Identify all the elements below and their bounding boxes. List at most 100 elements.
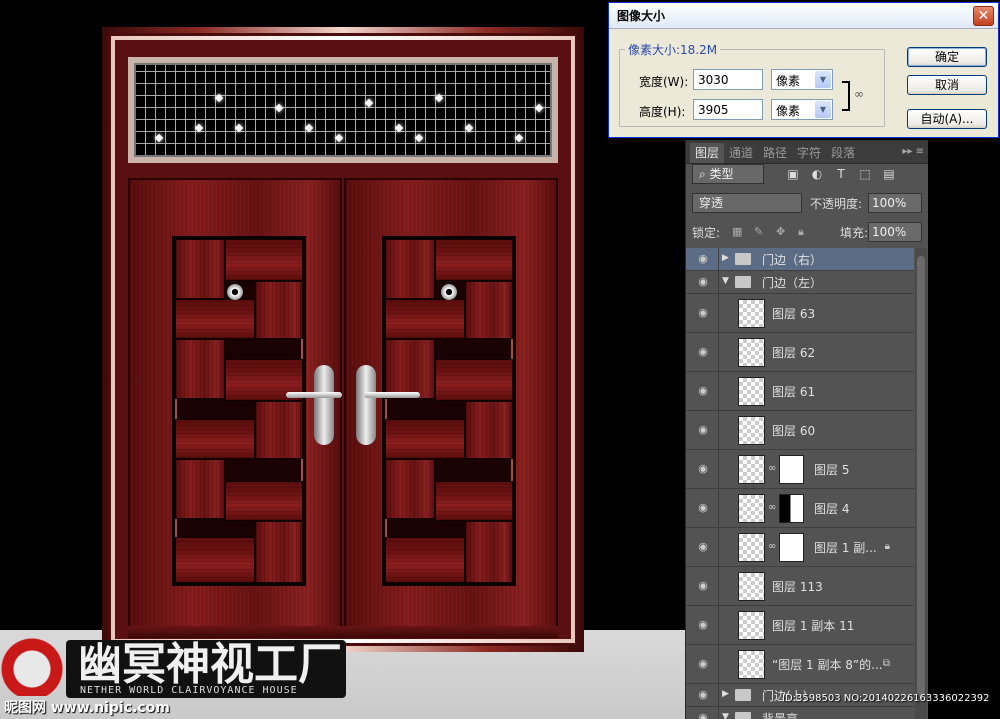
eye-icon[interactable]: ◉ [696,688,710,702]
height-input[interactable] [693,99,763,120]
tab-3[interactable]: 字符 [792,143,826,163]
eye-icon[interactable]: ◉ [696,252,710,266]
layer-thumbnail[interactable] [738,455,765,484]
layer-row[interactable]: ◉ 图层 62 [686,333,914,372]
smart-object-filter-icon[interactable]: ▤ [882,167,896,181]
layer-row[interactable]: ◉ 图层 63 [686,294,914,333]
chevron-down-icon[interactable]: ▼ [815,71,831,88]
layer-thumbnail[interactable] [738,611,765,640]
layer-row[interactable]: ◉ ∞ 图层 5 [686,450,914,489]
layer-mask-thumbnail[interactable] [779,455,804,484]
layers-panel[interactable]: 图层 通道 路径 字符 段落 ▸▸ ≡ ⌕ 类型 ▣ ◐ T ⬚ ▤ 穿透 不透明度: … [685,140,928,719]
opacity-label: 不透明度: [810,197,863,211]
layer-name[interactable]: 图层 60 [772,422,815,439]
layer-thumbnail[interactable] [738,494,765,523]
chevron-right-icon[interactable]: ▶ [722,253,729,263]
tab-4[interactable]: 段落 [826,143,860,163]
height-unit-select[interactable]: 像素 ▼ [771,99,833,120]
layer-thumbnail[interactable] [738,650,765,679]
layer-name[interactable]: 门边（左） [762,274,822,291]
shape-filter-icon[interactable]: ⬚ [858,167,872,181]
blend-mode-select[interactable]: 穿透 [692,193,802,213]
tab-2[interactable]: 路径 [758,143,792,163]
adjustment-filter-icon[interactable]: ◐ [810,167,824,181]
height-unit-value: 像素 [776,104,801,118]
chevron-down-icon[interactable]: ▼ [722,276,729,286]
layer-name[interactable]: 图层 113 [772,578,823,595]
image-size-dialog[interactable]: 图像大小 ✕ 像素大小:18.2M 宽度(W): 像素 ▼ 高度(H): 像素 … [608,2,999,138]
auto-button[interactable]: 自动(A)... [907,109,987,129]
image-filter-icon[interactable]: ▣ [786,167,800,181]
dialog-titlebar[interactable]: 图像大小 [609,3,998,29]
lock-pixels-icon[interactable]: ✎ [754,225,763,238]
layer-list-scrollbar[interactable] [915,248,927,719]
layer-group-row[interactable]: ◉ ▼ 背景亮 [686,707,914,719]
layer-row[interactable]: ◉ 图层 1 副本 11 [686,606,914,645]
layer-group-row[interactable]: ◉ ▼ 门边（左） [686,271,914,294]
layer-name[interactable]: 图层 62 [772,344,815,361]
eye-icon[interactable]: ◉ [696,579,710,593]
cancel-button[interactable]: 取消 [907,75,987,95]
layer-name[interactable]: 图层 5 [814,461,849,478]
layer-thumbnail[interactable] [738,299,765,328]
layer-row[interactable]: ◉ ∞ 图层 4 [686,489,914,528]
layer-list[interactable]: ◉ ▶ 门边（右） ◉ ▼ 门边（左） ◉ 图层 63 ◉ 图层 62 ◉ 图层 61 ◉ 图层 60 ◉ ∞… [686,248,914,719]
layer-row[interactable]: ◉ 图层 60 [686,411,914,450]
layer-row[interactable]: ◉ 图层 113 [686,567,914,606]
layer-name[interactable]: 图层 1 副本 11 [772,617,854,634]
eye-icon[interactable]: ◉ [696,345,710,359]
layer-row[interactable]: ◉ “图层 1 副本 8”的... ⧉ [686,645,914,684]
layer-row[interactable]: ◉ ∞ 图层 1 副... 🔒︎ [686,528,914,567]
layer-name[interactable]: 图层 4 [814,500,849,517]
link-icon[interactable]: ∞ [768,541,776,552]
layer-thumbnail[interactable] [738,533,765,562]
eye-icon[interactable]: ◉ [696,384,710,398]
eye-icon[interactable]: ◉ [696,501,710,515]
panel-menu-icon[interactable]: ▸▸ ≡ [902,146,924,157]
width-unit-select[interactable]: 像素 ▼ [771,69,833,90]
chevron-right-icon[interactable]: ▶ [722,689,729,699]
eye-icon[interactable]: ◉ [696,618,710,632]
eye-icon[interactable]: ◉ [696,423,710,437]
layer-name[interactable]: 背景亮 [762,710,798,719]
layer-mask-thumbnail[interactable] [779,533,804,562]
layer-mask-thumbnail[interactable] [779,494,804,523]
link-icon[interactable]: ∞ [768,502,776,513]
eye-icon[interactable]: ◉ [696,306,710,320]
type-filter-icon[interactable]: T [834,167,848,181]
eye-icon[interactable]: ◉ [696,462,710,476]
layer-thumbnail[interactable] [738,572,765,601]
lock-position-icon[interactable]: ✥ [776,225,785,238]
lock-transparency-icon[interactable]: ▦ [732,225,742,238]
layer-thumbnail[interactable] [738,377,765,406]
eye-icon[interactable]: ◉ [696,540,710,554]
layer-thumbnail[interactable] [738,416,765,445]
layer-row[interactable]: ◉ 图层 61 [686,372,914,411]
folder-icon [735,253,751,265]
width-input[interactable] [693,69,763,90]
layer-name[interactable]: 图层 1 副... [814,539,877,556]
layer-group-row[interactable]: ◉ ▶ 门边（右） [686,248,914,271]
lock-all-icon[interactable]: 🔒︎ [798,225,804,239]
close-icon[interactable]: ✕ [973,6,994,26]
eye-icon[interactable]: ◉ [696,711,710,719]
tab-0[interactable]: 图层 [690,143,725,163]
scrollbar-thumb[interactable] [917,256,925,696]
layer-thumbnail[interactable] [738,338,765,367]
layer-name[interactable]: 图层 61 [772,383,815,400]
fill-input[interactable]: 100% [868,222,922,242]
link-icon[interactable]: ∞ [768,463,776,474]
chevron-down-icon[interactable]: ▼ [815,101,831,118]
door-body [128,178,558,638]
kind-filter-select[interactable]: ⌕ 类型 [692,164,764,184]
layer-name[interactable]: 图层 63 [772,305,815,322]
layer-name[interactable]: “图层 1 副本 8”的... [772,656,883,673]
opacity-input[interactable]: 100% [868,193,922,213]
chevron-down-icon[interactable]: ▼ [722,712,729,719]
ok-button[interactable]: 确定 [907,47,987,67]
lock-hole-right [441,284,457,300]
eye-icon[interactable]: ◉ [696,275,710,289]
eye-icon[interactable]: ◉ [696,657,710,671]
tab-1[interactable]: 通道 [724,143,758,163]
layer-name[interactable]: 门边（右） [762,251,822,268]
